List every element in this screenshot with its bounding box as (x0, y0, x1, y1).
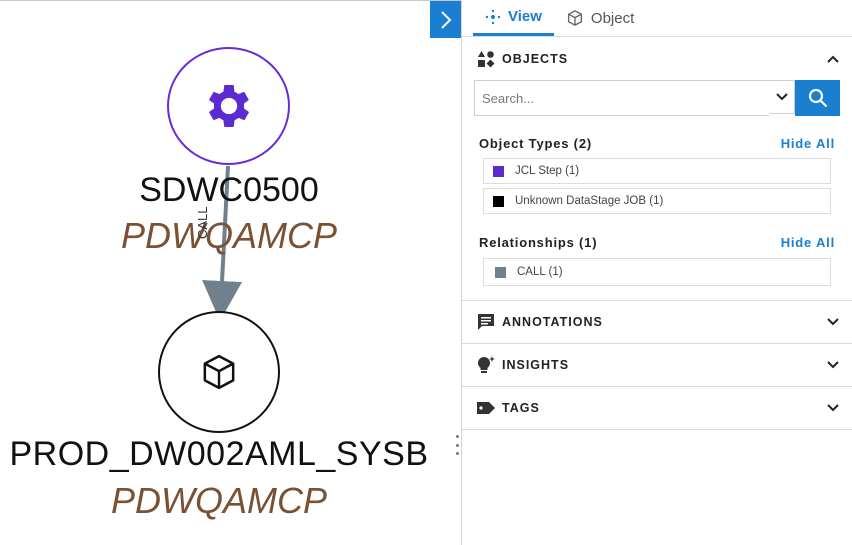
node-name: PROD_DW002AML_SYSB (9, 435, 429, 473)
collapse-panel-button[interactable] (430, 1, 462, 38)
chevron-down-icon (827, 361, 839, 369)
edge-label: CALL (195, 206, 210, 239)
search-row (474, 80, 840, 116)
graph-canvas[interactable]: SDWC0500 PDWQAMCP CALL PROD_DW002AML_SYS… (0, 0, 462, 545)
color-swatch (493, 195, 504, 207)
node-sdwc0500[interactable] (167, 47, 290, 165)
chevron-up-icon (827, 55, 839, 63)
hide-all-object-types-link[interactable]: Hide All (781, 136, 835, 151)
tags-section-header[interactable]: TAGS (462, 387, 852, 430)
tag-icon (476, 398, 496, 418)
search-dropdown[interactable] (769, 80, 795, 114)
node-name: SDWC0500 (139, 171, 319, 209)
comment-icon (476, 312, 496, 332)
node-prod-dw002aml-sysb[interactable] (158, 311, 280, 433)
search-icon (808, 88, 827, 108)
tab-label: View (508, 8, 542, 25)
node-subtitle: PDWQAMCP (121, 215, 337, 256)
relationships-list: CALL (1) (462, 258, 852, 286)
legend-label: Unknown DataStage JOB (1) (515, 195, 664, 207)
color-swatch (495, 266, 506, 278)
node-subtitle: PDWQAMCP (111, 480, 327, 521)
objects-section-header[interactable]: OBJECTS (462, 37, 852, 80)
chevron-down-icon (827, 318, 839, 326)
legend-label: CALL (1) (517, 266, 563, 278)
chevron-down-icon (775, 93, 788, 101)
cube-icon (203, 354, 235, 390)
object-types-header: Object Types (2) Hide All (479, 135, 835, 152)
gear-icon (208, 85, 249, 127)
cube-icon (567, 10, 582, 26)
section-title: INSIGHTS (502, 358, 570, 372)
insights-section-header[interactable]: INSIGHTS (462, 344, 852, 387)
search-button[interactable] (795, 80, 840, 116)
tab-object[interactable]: Object (554, 0, 646, 36)
drag-dot-icon (455, 435, 459, 438)
hide-all-relationships-link[interactable]: Hide All (781, 235, 835, 250)
object-types-list: JCL Step (1) Unknown DataStage JOB (1) (462, 158, 852, 214)
legend-item-unknown-datastage-job[interactable]: Unknown DataStage JOB (1) (483, 188, 831, 214)
legend-item-call[interactable]: CALL (1) (483, 258, 831, 286)
relationships-header: Relationships (1) Hide All (479, 234, 835, 251)
chevron-down-icon (827, 404, 839, 412)
color-swatch (493, 165, 504, 177)
section-title: ANNOTATIONS (502, 315, 603, 329)
side-panel: View Object OBJECTS Search... Object Typ… (461, 0, 852, 545)
shapes-icon (476, 49, 496, 69)
relationships-title: Relationships (1) (479, 235, 598, 250)
object-types-title: Object Types (2) (479, 136, 592, 151)
annotations-section-header[interactable]: ANNOTATIONS (462, 301, 852, 344)
legend-item-jcl-step[interactable]: JCL Step (1) (483, 158, 831, 184)
section-title: OBJECTS (502, 51, 569, 66)
drag-dot-icon (455, 452, 459, 455)
search-input[interactable] (482, 90, 769, 106)
lightbulb-icon (476, 355, 496, 375)
panel-tabs: View Object (462, 0, 852, 37)
section-title: TAGS (502, 401, 540, 415)
graph-icon (485, 9, 501, 24)
tab-view[interactable]: View (473, 0, 554, 36)
chevron-right-icon (441, 10, 452, 29)
search-box (474, 80, 769, 116)
tab-label: Object (590, 9, 635, 27)
legend-label: JCL Step (1) (515, 165, 580, 177)
app-root: SDWC0500 PDWQAMCP CALL PROD_DW002AML_SYS… (0, 0, 852, 545)
drag-dot-icon (455, 443, 459, 447)
